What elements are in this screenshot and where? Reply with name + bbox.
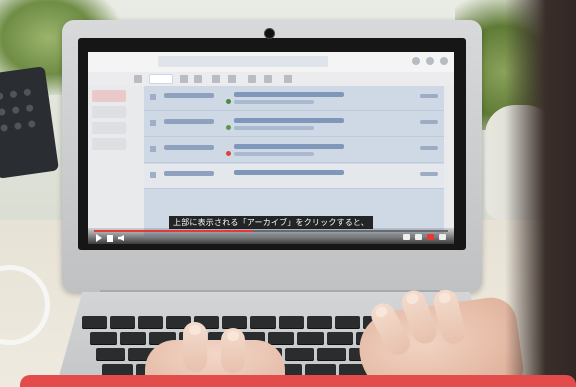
row-date <box>420 94 438 98</box>
report-spam-button[interactable] <box>180 75 188 83</box>
video-progress-fill <box>94 230 254 232</box>
play-icon[interactable] <box>96 234 102 242</box>
webcam-icon <box>264 28 275 39</box>
row-label-dot <box>226 99 231 104</box>
table-row[interactable] <box>144 138 444 163</box>
row-subject <box>234 118 344 123</box>
row-checkbox[interactable] <box>150 172 156 178</box>
snooze-button[interactable] <box>228 75 236 83</box>
row-label-dot <box>226 151 231 156</box>
fullscreen-icon[interactable] <box>439 234 446 240</box>
volume-icon[interactable] <box>118 235 124 241</box>
row-date <box>420 146 438 150</box>
row-subject <box>234 144 344 149</box>
video-player-controls <box>88 228 454 244</box>
laptop-screen: 上部に表示される「アーカイブ」をクリックすると、 <box>88 52 454 244</box>
settings-icon[interactable] <box>415 234 422 240</box>
video-progress-bar[interactable] <box>94 230 448 232</box>
player-right-controls <box>403 234 446 240</box>
sidebar-item[interactable] <box>92 122 126 134</box>
subtitles-icon[interactable] <box>403 234 410 240</box>
archive-button[interactable] <box>150 75 172 83</box>
select-checkbox[interactable] <box>134 75 142 83</box>
youtube-icon[interactable] <box>427 234 434 240</box>
row-sender <box>164 119 214 124</box>
row-snippet <box>234 100 314 104</box>
table-row[interactable] <box>144 86 444 111</box>
avatar[interactable] <box>440 57 448 65</box>
row-sender <box>164 145 214 150</box>
mail-toolbar <box>88 72 454 86</box>
row-subject <box>234 170 344 175</box>
table-row[interactable] <box>144 164 444 189</box>
row-checkbox[interactable] <box>150 94 156 100</box>
row-snippet <box>234 152 314 156</box>
search-input[interactable] <box>158 56 328 67</box>
move-to-button[interactable] <box>248 75 256 83</box>
row-date <box>420 172 438 176</box>
player-left-controls <box>96 234 129 242</box>
row-checkbox[interactable] <box>150 120 156 126</box>
mark-read-button[interactable] <box>212 75 220 83</box>
settings-icon[interactable] <box>426 57 434 65</box>
row-checkbox[interactable] <box>150 146 156 152</box>
help-icon[interactable] <box>412 57 420 65</box>
photo-scene: 上部に表示される「アーカイブ」をクリックすると、 <box>0 0 576 387</box>
delete-button[interactable] <box>194 75 202 83</box>
table-row[interactable] <box>144 112 444 137</box>
sidebar-item[interactable] <box>92 90 126 102</box>
right-hand <box>354 287 526 387</box>
video-subtitle: 上部に表示される「アーカイブ」をクリックすると、 <box>88 210 454 229</box>
row-snippet <box>234 126 314 130</box>
sidebar-item[interactable] <box>92 138 126 150</box>
row-sender <box>164 93 214 98</box>
app-topbar <box>88 52 454 72</box>
row-label-dot <box>226 125 231 130</box>
row-date <box>420 120 438 124</box>
sidebar-item[interactable] <box>92 106 126 118</box>
person-shoulder <box>505 0 576 387</box>
next-icon[interactable] <box>107 234 113 242</box>
row-subject <box>234 92 344 97</box>
topbar-icons <box>412 57 448 65</box>
bottom-red-bar <box>20 375 576 387</box>
more-button[interactable] <box>284 75 292 83</box>
row-sender <box>164 171 214 176</box>
label-button[interactable] <box>264 75 272 83</box>
